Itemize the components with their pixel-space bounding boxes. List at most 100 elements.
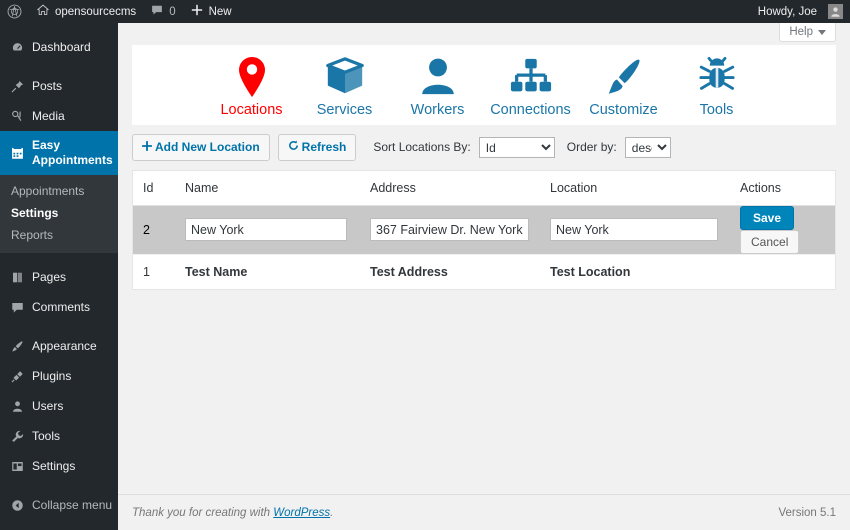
wordpress-link[interactable]: WordPress xyxy=(273,507,330,519)
sidebar-spacer xyxy=(0,23,118,32)
sidebar-item-label: Appearance xyxy=(32,339,97,354)
sidebar-item-collapse-menu[interactable]: Collapse menu xyxy=(0,490,118,520)
sidebar-subitem-reports[interactable]: Reports xyxy=(0,224,118,246)
comments-count: 0 xyxy=(169,6,175,18)
order-by-label: Order by: xyxy=(567,140,617,154)
sidebar-item-label: Tools xyxy=(32,429,60,444)
locations-table: Id Name Address Location Actions 2 xyxy=(133,171,835,290)
row-actions xyxy=(740,254,835,289)
account-menu[interactable]: Howdy, Joe xyxy=(751,0,850,23)
nav-tab-workers[interactable]: Workers xyxy=(391,53,484,118)
sidebar-item-label: Users xyxy=(32,399,63,414)
sidebar-item-label: Comments xyxy=(32,300,90,315)
row-actions-cell: Save Cancel xyxy=(740,205,835,254)
sidebar-spacer xyxy=(0,253,118,262)
sidebar-spacer xyxy=(0,322,118,331)
plus-icon xyxy=(190,3,204,20)
footer-thanks: Thank you for creating with WordPress. xyxy=(132,507,333,519)
sidebar-item-label: Collapse menu xyxy=(32,498,112,513)
nav-tab-connections[interactable]: Connections xyxy=(484,53,577,118)
row-name-cell xyxy=(185,205,370,254)
table-body: 2 Save Cancel 1 xyxy=(133,205,835,289)
new-content-button[interactable]: New xyxy=(183,0,239,23)
sidebar-item-appearance[interactable]: Appearance xyxy=(0,331,118,361)
sidebar-item-settings[interactable]: Settings xyxy=(0,451,118,481)
column-header-name: Name xyxy=(185,171,370,206)
sidebar-item-label: Pages xyxy=(32,270,66,285)
pin-icon xyxy=(9,78,25,94)
column-header-actions: Actions xyxy=(740,171,835,206)
admin-bar: opensourcecms 0 New Howdy, Joe xyxy=(0,0,850,23)
nav-tab-services[interactable]: Services xyxy=(298,53,391,118)
row-id: 1 xyxy=(133,254,185,289)
wordpress-logo-button[interactable] xyxy=(0,0,29,23)
save-button[interactable]: Save xyxy=(740,206,794,230)
refresh-button[interactable]: Refresh xyxy=(278,134,357,161)
table-row[interactable]: 1 Test Name Test Address Test Location xyxy=(133,254,835,289)
sidebar-item-users[interactable]: Users xyxy=(0,391,118,421)
user-icon xyxy=(9,398,25,414)
column-header-address: Address xyxy=(370,171,550,206)
sidebar-item-pages[interactable]: Pages xyxy=(0,262,118,292)
home-icon xyxy=(36,3,50,20)
dashboard-icon xyxy=(9,39,25,55)
refresh-icon xyxy=(288,139,299,156)
sidebar-item-tools[interactable]: Tools xyxy=(0,421,118,451)
locations-toolbar: Add New Location Refresh Sort Locations … xyxy=(132,134,836,161)
media-icon xyxy=(9,108,25,124)
cancel-button[interactable]: Cancel xyxy=(740,230,799,254)
nav-tab-customize[interactable]: Customize xyxy=(577,53,670,118)
row-address-cell xyxy=(370,205,550,254)
help-toggle-button[interactable]: Help xyxy=(779,23,836,42)
footer-thanks-suffix: . xyxy=(330,507,333,519)
bug-icon xyxy=(698,53,736,99)
wrench-icon xyxy=(9,428,25,444)
sidebar-item-comments[interactable]: Comments xyxy=(0,292,118,322)
nav-tab-label: Connections xyxy=(490,102,571,118)
map-pin-icon xyxy=(236,53,268,99)
sidebar-item-dashboard[interactable]: Dashboard xyxy=(0,32,118,62)
comment-bubble-icon xyxy=(9,299,25,315)
calendar-icon xyxy=(9,145,25,161)
site-name-button[interactable]: opensourcecms xyxy=(29,0,143,23)
sidebar-subitem-settings[interactable]: Settings xyxy=(0,202,118,224)
sort-by-label: Sort Locations By: xyxy=(373,140,470,154)
sidebar-item-media[interactable]: Media xyxy=(0,101,118,131)
sidebar-item-label: Plugins xyxy=(32,369,71,384)
paintbrush-icon xyxy=(9,338,25,354)
order-by-select[interactable]: desc xyxy=(625,137,671,158)
row-location-cell xyxy=(550,205,740,254)
plus-icon xyxy=(142,139,152,156)
sidebar-item-plugins[interactable]: Plugins xyxy=(0,361,118,391)
sidebar-item-easy-appointments[interactable]: Easy Appointments xyxy=(0,131,118,175)
collapse-arrow-icon xyxy=(9,497,25,513)
sidebar-item-posts[interactable]: Posts xyxy=(0,71,118,101)
person-icon xyxy=(419,53,457,99)
sidebar-spacer xyxy=(0,481,118,490)
sort-by-select[interactable]: Id xyxy=(479,137,555,158)
sidebar-item-label: Easy Appointments xyxy=(32,138,118,168)
howdy-label: Howdy, Joe xyxy=(758,6,817,18)
sidebar-subitem-appointments[interactable]: Appointments xyxy=(0,180,118,202)
nav-tab-label: Tools xyxy=(700,102,734,118)
help-bar: Help xyxy=(118,23,850,45)
admin-footer: Thank you for creating with WordPress. V… xyxy=(118,494,850,530)
refresh-label: Refresh xyxy=(302,139,347,156)
row-address: Test Address xyxy=(370,254,550,289)
sidebar-item-label: Settings xyxy=(32,459,75,474)
address-input[interactable] xyxy=(370,218,529,241)
sidebar-submenu-easy-appointments: Appointments Settings Reports xyxy=(0,175,118,253)
nav-tab-label: Services xyxy=(317,102,373,118)
comment-bubble-icon xyxy=(150,3,164,20)
row-name: Test Name xyxy=(185,254,370,289)
nav-tab-locations[interactable]: Locations xyxy=(205,53,298,118)
add-new-location-button[interactable]: Add New Location xyxy=(132,134,270,161)
table-row-editing: 2 Save Cancel xyxy=(133,205,835,254)
table-head: Id Name Address Location Actions xyxy=(133,171,835,206)
comments-button[interactable]: 0 xyxy=(143,0,182,23)
name-input[interactable] xyxy=(185,218,347,241)
pages-icon xyxy=(9,269,25,285)
admin-sidebar: Dashboard Posts Media Easy Appointments … xyxy=(0,23,118,530)
location-input[interactable] xyxy=(550,218,718,241)
nav-tab-tools[interactable]: Tools xyxy=(670,53,763,118)
